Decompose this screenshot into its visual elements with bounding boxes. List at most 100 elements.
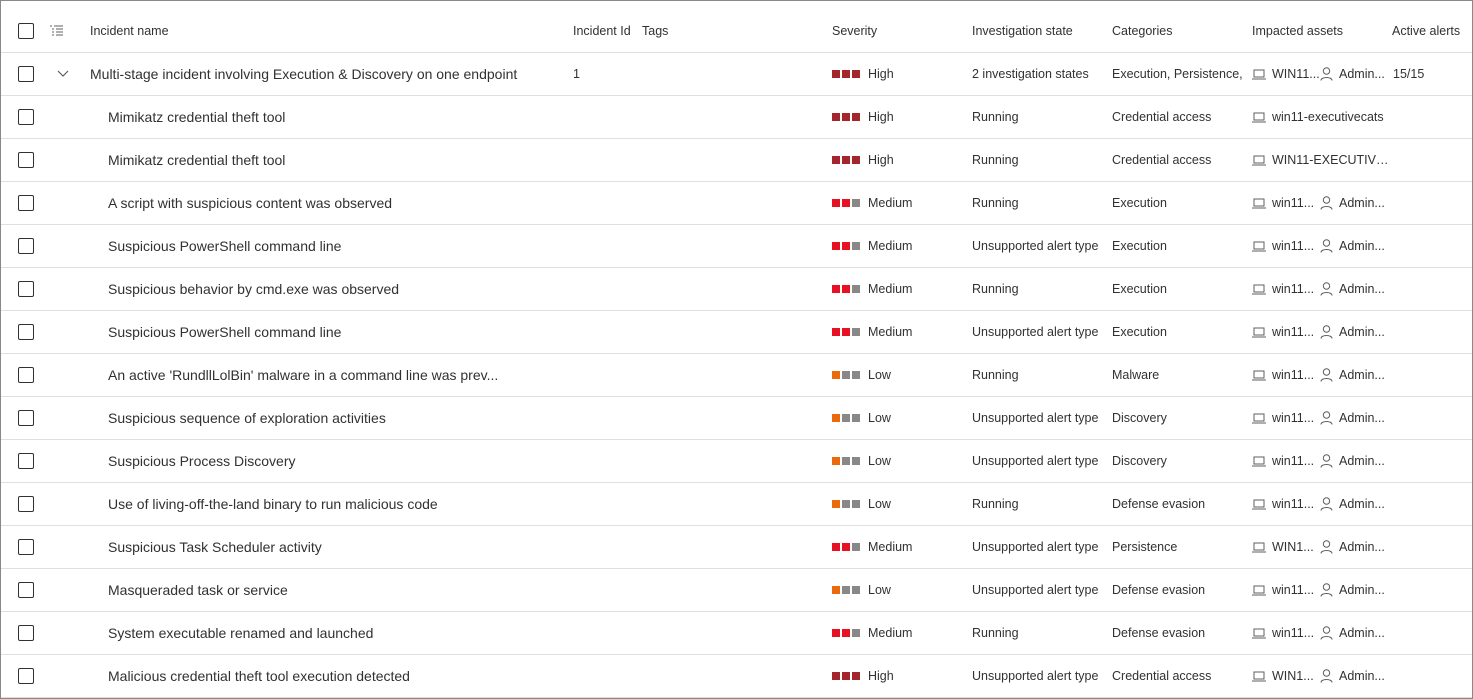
- row-checkbox[interactable]: [18, 109, 34, 125]
- investigation-state: Running: [972, 626, 1019, 640]
- alert-row[interactable]: Mimikatz credential theft tool High Runnin…: [1, 96, 1472, 139]
- alert-name[interactable]: Mimikatz credential theft tool: [108, 96, 578, 138]
- user-asset[interactable]: Admin...: [1320, 497, 1390, 511]
- column-header-categories[interactable]: Categories: [1112, 9, 1247, 52]
- user-asset[interactable]: Admin...: [1320, 239, 1390, 253]
- user-name: Admin...: [1339, 454, 1385, 468]
- alert-name[interactable]: An active 'RundllLolBin' malware in a co…: [108, 354, 578, 396]
- alert-row[interactable]: An active 'RundllLolBin' malware in a co…: [1, 354, 1472, 397]
- user-asset[interactable]: Admin...: [1320, 67, 1390, 81]
- device-asset[interactable]: win11...: [1252, 282, 1320, 296]
- person-icon: [1320, 282, 1333, 296]
- row-checkbox[interactable]: [18, 238, 34, 254]
- select-all-checkbox[interactable]: [18, 22, 34, 39]
- column-header-tags[interactable]: Tags: [642, 9, 792, 52]
- column-header-investigation-state[interactable]: Investigation state: [972, 9, 1107, 52]
- alert-row[interactable]: Use of living-off-the-land binary to run…: [1, 483, 1472, 526]
- severity-label: Low: [868, 368, 891, 382]
- device-asset[interactable]: WIN1...: [1252, 669, 1320, 683]
- alert-name[interactable]: Suspicious PowerShell command line: [108, 311, 578, 353]
- user-asset[interactable]: Admin...: [1320, 368, 1390, 382]
- alert-row[interactable]: Suspicious sequence of exploration activ…: [1, 397, 1472, 440]
- user-asset[interactable]: Admin...: [1320, 583, 1390, 597]
- device-asset[interactable]: win11...: [1252, 239, 1320, 253]
- device-asset[interactable]: win11...: [1252, 325, 1320, 339]
- user-asset[interactable]: Admin...: [1320, 411, 1390, 425]
- alert-name[interactable]: Suspicious Process Discovery: [108, 440, 578, 482]
- alert-name[interactable]: Suspicious PowerShell command line: [108, 225, 578, 267]
- user-asset[interactable]: Admin...: [1320, 454, 1390, 468]
- user-asset[interactable]: Admin...: [1320, 540, 1390, 554]
- row-checkbox[interactable]: [18, 668, 34, 684]
- device-asset[interactable]: win11...: [1252, 626, 1320, 640]
- alert-row[interactable]: System executable renamed and launched Me…: [1, 612, 1472, 655]
- row-checkbox[interactable]: [18, 625, 34, 641]
- alert-name[interactable]: Suspicious behavior by cmd.exe was obser…: [108, 268, 578, 310]
- column-header-active-alerts[interactable]: Active alerts: [1392, 9, 1472, 52]
- device-asset[interactable]: win11...: [1252, 411, 1320, 425]
- column-options-icon[interactable]: [49, 24, 65, 38]
- user-asset[interactable]: Admin...: [1320, 669, 1390, 683]
- incidents-grid: Incident name Incident Id Tags Severity …: [0, 0, 1473, 699]
- incident-name[interactable]: Multi-stage incident involving Execution…: [90, 53, 560, 95]
- device-asset[interactable]: win11-executivecats: [1252, 110, 1392, 124]
- alert-name[interactable]: Suspicious Task Scheduler activity: [108, 526, 578, 568]
- alert-row[interactable]: Malicious credential theft tool executio…: [1, 655, 1472, 698]
- user-asset[interactable]: Admin...: [1320, 282, 1390, 296]
- device-asset[interactable]: win11...: [1252, 583, 1320, 597]
- grid-header: Incident name Incident Id Tags Severity …: [1, 9, 1472, 53]
- alert-row[interactable]: Mimikatz credential theft tool High Runnin…: [1, 139, 1472, 182]
- alert-row[interactable]: Suspicious behavior by cmd.exe was obser…: [1, 268, 1472, 311]
- alert-name[interactable]: A script with suspicious content was obs…: [108, 182, 578, 224]
- laptop-icon: [1252, 456, 1266, 466]
- incident-row[interactable]: Multi-stage incident involving Execution…: [1, 53, 1472, 96]
- device-name: win11...: [1272, 454, 1315, 468]
- device-asset[interactable]: WIN11...: [1252, 67, 1320, 81]
- severity-indicator: [832, 543, 860, 551]
- alert-row[interactable]: Suspicious PowerShell command line Medium…: [1, 311, 1472, 354]
- device-asset[interactable]: WIN1...: [1252, 540, 1320, 554]
- investigation-state: Running: [972, 196, 1019, 210]
- row-checkbox[interactable]: [18, 367, 34, 383]
- row-checkbox[interactable]: [18, 496, 34, 512]
- column-header-incident-name[interactable]: Incident name: [90, 9, 560, 52]
- alert-row[interactable]: Suspicious Process Discovery Low Unsupport…: [1, 440, 1472, 483]
- alert-name[interactable]: System executable renamed and launched: [108, 612, 578, 654]
- row-checkbox[interactable]: [18, 324, 34, 340]
- row-checkbox[interactable]: [18, 281, 34, 297]
- device-asset[interactable]: win11...: [1252, 368, 1320, 382]
- column-header-impacted-assets[interactable]: Impacted assets: [1252, 9, 1392, 52]
- row-checkbox[interactable]: [18, 539, 34, 555]
- alert-name[interactable]: Suspicious sequence of exploration activ…: [108, 397, 578, 439]
- alert-row[interactable]: Masqueraded task or service Low Unsupporte…: [1, 569, 1472, 612]
- device-asset[interactable]: win11...: [1252, 196, 1320, 210]
- device-asset[interactable]: win11...: [1252, 454, 1320, 468]
- column-header-incident-id[interactable]: Incident Id: [573, 9, 633, 52]
- alert-row[interactable]: Suspicious PowerShell command line Medium…: [1, 225, 1472, 268]
- category: Defense evasion: [1112, 626, 1206, 640]
- alert-row[interactable]: Suspicious Task Scheduler activity Medium…: [1, 526, 1472, 569]
- device-name: WIN1...: [1272, 540, 1314, 554]
- column-header-severity[interactable]: Severity: [832, 9, 962, 52]
- user-asset[interactable]: Admin...: [1320, 325, 1390, 339]
- alert-name[interactable]: Masqueraded task or service: [108, 569, 578, 611]
- device-asset[interactable]: WIN11-EXECUTIVE...: [1252, 153, 1392, 167]
- row-checkbox[interactable]: [18, 152, 34, 168]
- device-asset[interactable]: win11...: [1252, 497, 1320, 511]
- category: Credential access: [1112, 669, 1212, 683]
- alert-name[interactable]: Use of living-off-the-land binary to run…: [108, 483, 578, 525]
- user-asset[interactable]: Admin...: [1320, 626, 1390, 640]
- user-asset[interactable]: Admin...: [1320, 196, 1390, 210]
- alert-row[interactable]: A script with suspicious content was obs…: [1, 182, 1472, 225]
- row-checkbox[interactable]: [18, 453, 34, 469]
- severity-indicator: [832, 328, 860, 336]
- alert-name[interactable]: Malicious credential theft tool executio…: [108, 655, 578, 697]
- row-checkbox[interactable]: [18, 195, 34, 211]
- alert-name[interactable]: Mimikatz credential theft tool: [108, 139, 578, 181]
- row-checkbox[interactable]: [18, 66, 34, 82]
- chevron-down-icon[interactable]: [56, 69, 70, 79]
- user-name: Admin...: [1339, 196, 1385, 210]
- category: Persistence: [1112, 540, 1178, 554]
- row-checkbox[interactable]: [18, 582, 34, 598]
- row-checkbox[interactable]: [18, 410, 34, 426]
